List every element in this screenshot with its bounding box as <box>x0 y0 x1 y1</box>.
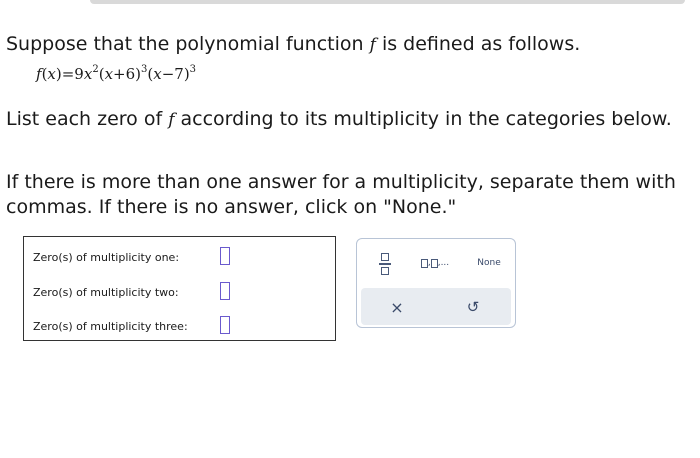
polynomial-formula: f(x)=9x2(x+6)3(x−7)3 <box>36 64 197 84</box>
denominator-box-icon <box>381 266 389 275</box>
question-intro: Suppose that the polynomial function f i… <box>6 33 581 55</box>
multiplicity-one-row: Zero(s) of multiplicity one: <box>33 247 230 267</box>
multiplicity-two-row: Zero(s) of multiplicity two: <box>33 282 230 302</box>
instruction-line-1: If there is more than one answer for a m… <box>6 171 676 193</box>
list-box-icon <box>420 258 428 268</box>
answer-box: Zero(s) of multiplicity one: Zero(s) of … <box>23 236 336 341</box>
none-button[interactable]: None <box>469 253 509 273</box>
multiplicity-two-label: Zero(s) of multiplicity two: <box>33 285 179 299</box>
close-icon: × <box>390 297 404 317</box>
multiplicity-two-input[interactable] <box>220 282 230 300</box>
instruction-line-2: commas. If there is no answer, click on … <box>6 196 457 218</box>
list-button[interactable]: ,,... <box>415 253 455 273</box>
undo-button[interactable]: ↺ <box>455 296 491 318</box>
clear-button[interactable]: × <box>379 296 415 318</box>
numerator-box-icon <box>381 253 389 262</box>
multiplicity-one-input[interactable] <box>220 247 230 265</box>
fraction-bar-icon <box>379 263 391 265</box>
multiplicity-three-row: Zero(s) of multiplicity three: <box>33 316 230 336</box>
top-scroll-indicator <box>90 0 685 4</box>
multiplicity-three-label: Zero(s) of multiplicity three: <box>33 319 188 333</box>
math-tool-panel: ,,... None × ↺ <box>356 238 516 328</box>
list-instruction: List each zero of f according to its mul… <box>6 108 672 130</box>
fraction-button[interactable] <box>371 249 399 279</box>
multiplicity-three-input[interactable] <box>220 316 230 334</box>
list-box-icon <box>430 258 438 268</box>
action-bar: × ↺ <box>361 288 511 325</box>
undo-icon: ↺ <box>466 298 480 316</box>
multiplicity-one-label: Zero(s) of multiplicity one: <box>33 250 180 264</box>
